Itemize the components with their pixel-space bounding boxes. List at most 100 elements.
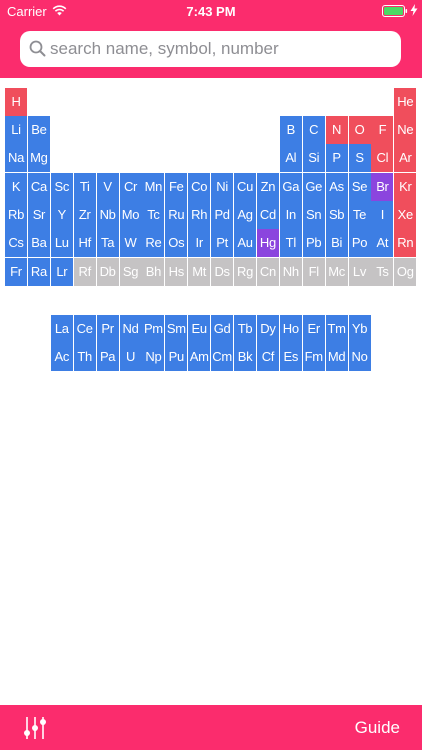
element-cell-ga[interactable]: Ga xyxy=(279,173,302,201)
element-cell-ra[interactable]: Ra xyxy=(27,258,50,286)
element-cell-pa[interactable]: Pa xyxy=(96,343,119,371)
element-cell-zn[interactable]: Zn xyxy=(256,173,279,201)
element-cell-db[interactable]: Db xyxy=(96,258,119,286)
element-cell-s[interactable]: S xyxy=(348,144,371,172)
element-cell-sr[interactable]: Sr xyxy=(27,201,50,229)
element-cell-am[interactable]: Am xyxy=(188,343,211,371)
element-cell-h[interactable]: H xyxy=(5,88,27,116)
element-cell-sm[interactable]: Sm xyxy=(165,315,188,343)
element-cell-cd[interactable]: Cd xyxy=(256,201,279,229)
element-cell-fl[interactable]: Fl xyxy=(302,258,325,286)
element-cell-zr[interactable]: Zr xyxy=(73,201,96,229)
element-cell-be[interactable]: Be xyxy=(27,116,50,144)
element-cell-tl[interactable]: Tl xyxy=(279,229,302,257)
element-cell-ba[interactable]: Ba xyxy=(27,229,50,257)
element-cell-kr[interactable]: Kr xyxy=(394,173,417,201)
element-cell-no[interactable]: No xyxy=(348,343,371,371)
element-cell-er[interactable]: Er xyxy=(302,315,325,343)
element-cell-li[interactable]: Li xyxy=(5,116,27,144)
element-cell-b[interactable]: B xyxy=(279,116,302,144)
search-bar[interactable] xyxy=(20,31,401,67)
element-cell-rn[interactable]: Rn xyxy=(394,229,417,257)
element-cell-lu[interactable]: Lu xyxy=(50,229,73,257)
element-cell-f[interactable]: F xyxy=(371,116,394,144)
element-cell-si[interactable]: Si xyxy=(302,144,325,172)
element-cell-sg[interactable]: Sg xyxy=(119,258,142,286)
element-cell-au[interactable]: Au xyxy=(234,229,256,257)
element-cell-th[interactable]: Th xyxy=(73,343,96,371)
element-cell-te[interactable]: Te xyxy=(348,201,371,229)
element-cell-tb[interactable]: Tb xyxy=(234,315,256,343)
element-cell-cl[interactable]: Cl xyxy=(371,144,394,172)
guide-button[interactable]: Guide xyxy=(355,718,400,738)
element-cell-at[interactable]: At xyxy=(371,229,394,257)
element-cell-in[interactable]: In xyxy=(279,201,302,229)
element-cell-os[interactable]: Os xyxy=(165,229,188,257)
element-cell-np[interactable]: Np xyxy=(142,343,165,371)
element-cell-tc[interactable]: Tc xyxy=(142,201,165,229)
element-cell-rh[interactable]: Rh xyxy=(188,201,211,229)
element-cell-hs[interactable]: Hs xyxy=(165,258,188,286)
element-cell-fe[interactable]: Fe xyxy=(165,173,188,201)
element-cell-cn[interactable]: Cn xyxy=(256,258,279,286)
element-cell-o[interactable]: O xyxy=(348,116,371,144)
element-cell-sn[interactable]: Sn xyxy=(302,201,325,229)
element-cell-ca[interactable]: Ca xyxy=(27,173,50,201)
sliders-icon[interactable] xyxy=(23,716,47,745)
element-cell-fm[interactable]: Fm xyxy=(302,343,325,371)
element-cell-bk[interactable]: Bk xyxy=(234,343,256,371)
element-cell-ge[interactable]: Ge xyxy=(302,173,325,201)
element-cell-fr[interactable]: Fr xyxy=(5,258,27,286)
element-cell-nb[interactable]: Nb xyxy=(96,201,119,229)
element-cell-cs[interactable]: Cs xyxy=(5,229,27,257)
element-cell-ir[interactable]: Ir xyxy=(188,229,211,257)
element-cell-n[interactable]: N xyxy=(325,116,348,144)
element-cell-p[interactable]: P xyxy=(325,144,348,172)
element-cell-og[interactable]: Og xyxy=(394,258,417,286)
element-cell-ds[interactable]: Ds xyxy=(211,258,234,286)
element-cell-as[interactable]: As xyxy=(325,173,348,201)
element-cell-cu[interactable]: Cu xyxy=(234,173,256,201)
element-cell-nd[interactable]: Nd xyxy=(119,315,142,343)
element-cell-br[interactable]: Br xyxy=(371,173,394,201)
element-cell-k[interactable]: K xyxy=(5,173,27,201)
element-cell-pu[interactable]: Pu xyxy=(165,343,188,371)
element-cell-ce[interactable]: Ce xyxy=(73,315,96,343)
element-cell-mc[interactable]: Mc xyxy=(325,258,348,286)
element-cell-pm[interactable]: Pm xyxy=(142,315,165,343)
element-cell-lr[interactable]: Lr xyxy=(50,258,73,286)
element-cell-sb[interactable]: Sb xyxy=(325,201,348,229)
element-cell-re[interactable]: Re xyxy=(142,229,165,257)
element-cell-nh[interactable]: Nh xyxy=(279,258,302,286)
element-cell-c[interactable]: C xyxy=(302,116,325,144)
element-cell-pt[interactable]: Pt xyxy=(211,229,234,257)
element-cell-bi[interactable]: Bi xyxy=(325,229,348,257)
element-cell-al[interactable]: Al xyxy=(279,144,302,172)
element-cell-rb[interactable]: Rb xyxy=(5,201,27,229)
element-cell-cm[interactable]: Cm xyxy=(211,343,234,371)
element-cell-es[interactable]: Es xyxy=(279,343,302,371)
element-cell-mg[interactable]: Mg xyxy=(27,144,50,172)
element-cell-co[interactable]: Co xyxy=(188,173,211,201)
element-cell-i[interactable]: I xyxy=(371,201,394,229)
element-cell-yb[interactable]: Yb xyxy=(348,315,371,343)
element-cell-v[interactable]: V xyxy=(96,173,119,201)
element-cell-ru[interactable]: Ru xyxy=(165,201,188,229)
element-cell-pr[interactable]: Pr xyxy=(96,315,119,343)
element-cell-pd[interactable]: Pd xyxy=(211,201,234,229)
element-cell-tm[interactable]: Tm xyxy=(325,315,348,343)
element-cell-dy[interactable]: Dy xyxy=(256,315,279,343)
element-cell-gd[interactable]: Gd xyxy=(211,315,234,343)
element-cell-ti[interactable]: Ti xyxy=(73,173,96,201)
element-cell-bh[interactable]: Bh xyxy=(142,258,165,286)
element-cell-he[interactable]: He xyxy=(394,88,417,116)
element-cell-mo[interactable]: Mo xyxy=(119,201,142,229)
element-cell-ts[interactable]: Ts xyxy=(371,258,394,286)
element-cell-y[interactable]: Y xyxy=(50,201,73,229)
element-cell-hg[interactable]: Hg xyxy=(256,229,279,257)
element-cell-ni[interactable]: Ni xyxy=(211,173,234,201)
element-cell-ac[interactable]: Ac xyxy=(50,343,73,371)
element-cell-ag[interactable]: Ag xyxy=(234,201,256,229)
element-cell-rg[interactable]: Rg xyxy=(234,258,256,286)
element-cell-la[interactable]: La xyxy=(50,315,73,343)
